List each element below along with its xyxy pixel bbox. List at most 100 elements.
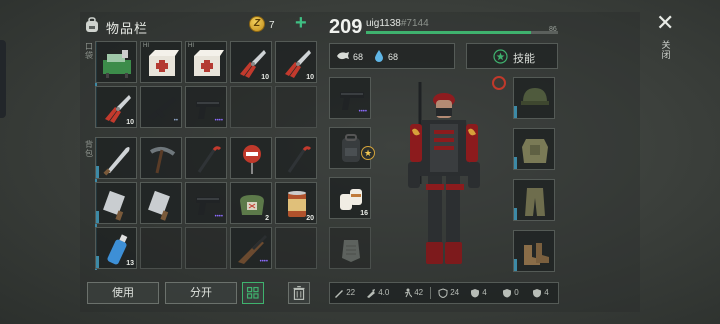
backpack-icon [86,17,98,32]
trash-icon [293,286,305,300]
boots-icon [524,243,549,265]
pants-slot[interactable] [513,179,555,221]
survival-stats: 68 68 [329,43,455,69]
backpack-slot[interactable]: •••• [185,182,227,224]
pockets-section-label: 口袋 [85,42,93,60]
combat-stat: 4 [470,288,487,298]
player-name: uig1138#7144 [366,18,429,29]
close-button[interactable]: ✕ [656,10,674,36]
slot-marker [96,256,99,268]
equipment-slot[interactable]: 16 [329,177,371,219]
combat-stat-value: 4 [482,288,487,298]
use-button[interactable]: 使用 [87,282,159,304]
stats-divider [430,287,431,299]
backpack-slot[interactable] [185,227,227,269]
backpack-slot[interactable] [275,137,317,179]
pocket-slot[interactable]: •••• [185,86,227,128]
star-badge-icon: ★ [361,146,375,160]
medical-box-icon [194,50,224,76]
player-level: 209 [329,16,363,38]
item-quantity: 10 [306,74,314,81]
bio-icon [533,289,541,298]
inventory-title: 物品栏 [106,21,149,36]
slot-marker [514,259,517,271]
coin-count: 7 [269,20,275,31]
pocket-slot[interactable]: •• [140,86,182,128]
pocket-slot[interactable] [95,41,137,83]
combat-stats-bar: 22 4.0 42 24 4 0 4 [329,282,559,304]
slot-marker [96,166,99,178]
item-durability-dots: •• [173,118,178,124]
faction-badge-icon [492,76,506,90]
backpack-slot[interactable]: 2 [230,182,272,224]
pocket-slot[interactable]: 10 [230,41,272,83]
backpack-section-label: 背包 [85,140,93,158]
combat-stat: 4.0 [366,288,389,298]
skills-button[interactable]: 技能 [466,43,558,69]
item-durability-dots: •••• [358,109,367,115]
body-armor-slot[interactable] [513,128,555,170]
backpack-slot[interactable] [275,227,317,269]
item-durability-dots: •••• [214,118,223,124]
pocket-slot[interactable]: HI [185,41,227,83]
helmet-icon [521,88,549,105]
add-coins-button[interactable]: + [295,13,307,33]
boots-slot[interactable] [513,230,555,272]
item-quantity: 13 [126,260,134,267]
pocket-slot[interactable] [230,86,272,128]
speed-icon [404,288,413,298]
sort-grid-button[interactable] [242,282,264,304]
cold-icon [471,289,479,298]
backpack-slot[interactable] [140,137,182,179]
username: uig1138 [366,18,401,29]
pocket-slot[interactable] [275,86,317,128]
backpack-slot[interactable]: 13 [95,227,137,269]
equipment-slot[interactable]: •••• [329,77,371,119]
side-drawer-handle[interactable] [0,40,6,118]
item-tier-tag: HI [188,43,194,49]
combat-stat-value: 22 [346,288,356,298]
trash-button[interactable] [288,282,310,304]
armor-placeholder-icon [342,240,360,262]
split-button[interactable]: 分开 [165,282,237,304]
backpack-slot[interactable] [140,227,182,269]
close-label: 关闭 [661,40,671,60]
backpack-slot[interactable] [95,137,137,179]
herb-bag-icon [240,195,264,215]
user-id: #7144 [400,18,429,29]
pocket-slot[interactable]: 10 [95,86,137,128]
character-model [408,82,480,264]
item-quantity: 10 [261,74,269,81]
backpack-slot[interactable] [95,182,137,224]
melee-icon [335,290,343,298]
backpack-slot[interactable] [185,137,227,179]
stop-sign-icon [243,145,261,174]
slot-marker [96,211,99,223]
combat-stat: 0 [502,288,519,298]
crowbar-icon [197,146,222,173]
star-icon [493,49,508,64]
backpack-slot[interactable]: 20 [275,182,317,224]
backpack-slot[interactable] [230,137,272,179]
slot-marker [514,157,517,169]
item-quantity: 16 [360,210,368,217]
pocket-slot[interactable]: HI [140,41,182,83]
thirst-icon [375,50,383,62]
helmet-slot[interactable] [513,77,555,119]
item-quantity: 20 [306,215,314,222]
equipment-slot[interactable]: ★ [329,127,375,169]
equipment-slot[interactable] [329,227,371,269]
xp-max: 86 [549,26,557,33]
hunger-value: 68 [353,52,364,62]
pickaxe-icon [149,147,176,174]
backpack-slot[interactable]: •••• [230,227,272,269]
backpack-slot[interactable] [140,182,182,224]
xp-bar [366,31,558,34]
item-tier-tag: HI [143,43,149,49]
combat-stat-value: 4 [544,288,549,298]
item-durability-dots: •••• [259,259,268,265]
pocket-slot[interactable]: 10 [275,41,317,83]
cleaver-icon [148,190,170,221]
grid-icon [246,286,259,299]
rad-icon [503,289,511,298]
